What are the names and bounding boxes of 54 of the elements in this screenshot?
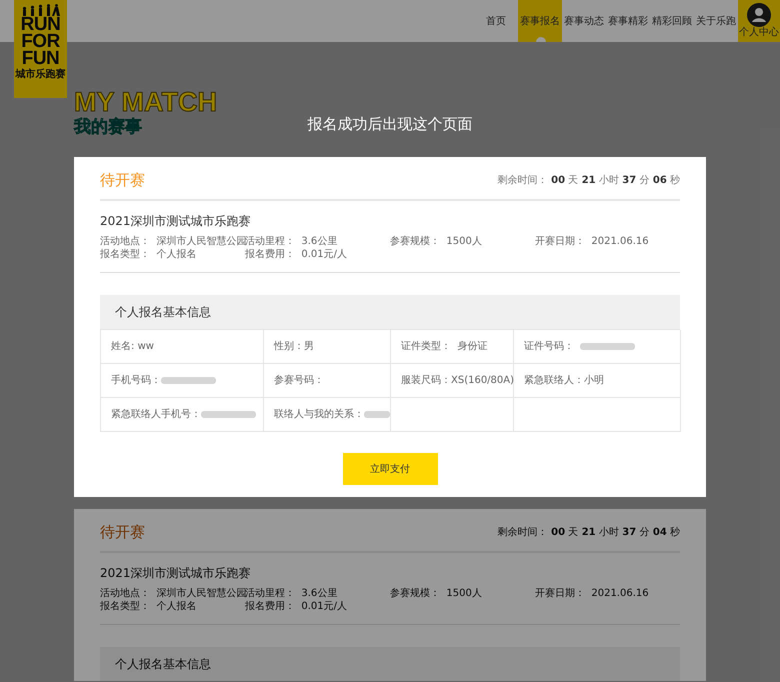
user-icon bbox=[747, 3, 771, 27]
section-title: 个人报名基本信息 bbox=[100, 295, 680, 329]
countdown-text: 剩余时间： 00 天 21 小时 37 分 06 秒 bbox=[498, 174, 680, 188]
table-cell-text: 参赛号码： bbox=[274, 374, 324, 388]
event-name: 2021深圳市测试城市乐跑赛 bbox=[100, 565, 252, 582]
detail-text: 报名费用： 0.01元/人 bbox=[245, 248, 348, 261]
nav-link[interactable]: 赛事动态 bbox=[562, 0, 606, 42]
table-cell-text: 紧急联络人： bbox=[524, 374, 584, 388]
runners-drawing bbox=[20, 4, 60, 16]
detail-text: 报名类型： 个人报名 bbox=[100, 600, 198, 613]
table-cell-text: 性别： bbox=[274, 340, 304, 354]
table-cell-text: ww bbox=[138, 340, 154, 354]
caption-text: 报名成功后出现这个页面 bbox=[308, 114, 472, 134]
table-cell-text: 证件号码： bbox=[524, 340, 575, 354]
table-cell-text: 男 bbox=[304, 340, 314, 354]
countdown-text: 剩余时间： 00 天 21 小时 37 分 04 秒 bbox=[498, 526, 680, 540]
detail-text: 活动地点： 深圳市人民智慧公园 bbox=[100, 235, 245, 248]
table-cell-text: 证件类型： bbox=[401, 340, 452, 354]
event-name: 2021深圳市测试城市乐跑赛 bbox=[100, 213, 252, 230]
nav-link[interactable]: 赛事精彩 bbox=[606, 0, 650, 42]
detail-text: 参赛规模： 1500人 bbox=[390, 235, 483, 248]
table-cell-text: XS(160/80A) bbox=[451, 374, 514, 388]
logo-text: RUN bbox=[20, 16, 60, 33]
indicator-icon bbox=[536, 37, 546, 42]
table-cell-text: 小明 bbox=[584, 374, 604, 388]
pay-button[interactable]: 立即支付 bbox=[342, 453, 438, 485]
detail-text: 开赛日期： 2021.06.16 bbox=[535, 235, 650, 248]
logo-text: FUN bbox=[22, 50, 60, 67]
logo[interactable]: RUN FOR FUN 城市乐跑赛 bbox=[14, 0, 67, 98]
page-title: MY MATCH bbox=[74, 89, 218, 115]
table-cell-text: 手机号码： bbox=[111, 374, 161, 388]
user-center-button[interactable]: 个人中心 bbox=[738, 0, 780, 42]
nav-link[interactable]: 精彩回顾 bbox=[650, 0, 694, 42]
table-cell-text: 紧急联络人手机号： bbox=[111, 408, 201, 422]
detail-text: 报名类型： 个人报名 bbox=[100, 248, 198, 261]
logo-text: FOR bbox=[21, 33, 60, 50]
nav-link[interactable]: 关于乐跑 bbox=[694, 0, 738, 42]
page-subtitle: 我的赛事 bbox=[74, 116, 142, 138]
nav-link[interactable]: 首页 bbox=[474, 0, 518, 42]
section-title: 个人报名基本信息 bbox=[100, 647, 680, 681]
detail-text: 报名费用： 0.01元/人 bbox=[245, 600, 348, 613]
table-cell-text: 服装尺码： bbox=[401, 374, 451, 388]
logo-subtitle: 城市乐跑赛 bbox=[16, 69, 66, 81]
detail-text: 活动地点： 深圳市人民智慧公园 bbox=[100, 587, 245, 600]
detail-text: 活动里程： 3.6公里 bbox=[245, 235, 338, 248]
table-cell-text: 身份证 bbox=[457, 340, 488, 354]
status-title: 待开赛 bbox=[100, 170, 145, 191]
detail-text: 开赛日期： 2021.06.16 bbox=[535, 587, 650, 600]
table-cell-text: 联络人与我的关系： bbox=[274, 408, 364, 422]
nav-link[interactable]: 赛事报名 bbox=[518, 0, 562, 42]
table-cell-text: 姓名: bbox=[111, 340, 136, 354]
status-title: 待开赛 bbox=[100, 522, 145, 543]
detail-text: 参赛规模： 1500人 bbox=[390, 587, 483, 600]
detail-text: 活动里程： 3.6公里 bbox=[245, 587, 338, 600]
